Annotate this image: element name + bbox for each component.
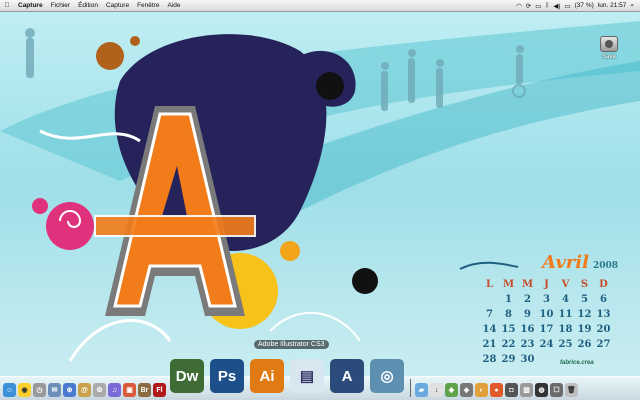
calendar-day: 22 [501,339,516,350]
calendar-day: 8 [505,309,512,320]
app-icon-7[interactable]: ☐ [550,383,563,397]
firefox-icon[interactable]: ◐ [475,383,488,397]
calendar-day: 12 [577,309,592,320]
calendar-day: 29 [501,354,516,365]
calendar-weekday: L [485,279,494,290]
fontbook-icon[interactable]: A [330,359,364,393]
photoshop-app-icon[interactable]: Ps [210,359,244,393]
menu-app-capture[interactable]: Capture [14,2,47,9]
calendar-header: Avril 2008 [468,252,618,273]
calendar-day: 3 [543,294,550,305]
wifi-icon[interactable]: ◠ [516,2,522,10]
app-icon-1[interactable]: ◆ [445,383,458,397]
system-prefs-icon[interactable]: ⚙ [93,383,106,397]
trash-icon[interactable]: 🗑 [565,383,578,397]
calendar-signature: fabrice.crea [560,360,594,366]
calendar-weekday: J [544,279,549,290]
address-book-icon[interactable]: @ [78,383,91,397]
calendar-day: 26 [577,339,592,350]
downloads-icon[interactable]: ↓ [430,383,443,397]
iphoto-icon[interactable]: ▣ [123,383,136,397]
calendar-day: 10 [539,309,554,320]
hard-disk-icon [600,36,618,52]
safari-icon[interactable]: ⊕ [63,383,76,397]
menu-bar:  Capture Fichier Édition Capture Fenêtr… [0,0,640,12]
finder-icon[interactable]: ☺ [3,383,16,397]
menu-fenetre[interactable]: Fenêtre [133,2,163,9]
calendar-day: 25 [558,339,573,350]
calendar-weekday: D [599,279,608,290]
mail-icon[interactable]: ✉ [48,383,61,397]
menu-capture[interactable]: Capture [102,2,133,9]
display-icon[interactable]: ▭ [535,2,541,10]
calendar-day: 11 [558,309,573,320]
calendar-day: 2 [524,294,531,305]
app-icon-5[interactable]: ▧ [520,383,533,397]
calendar-month: Avril [542,252,589,273]
menu-fichier[interactable]: Fichier [47,2,75,9]
calendar-day: 1 [505,294,512,305]
calendar-weekday: M [502,279,515,290]
calendar-day: 7 [486,309,493,320]
apple-menu-icon[interactable]:  [0,2,14,9]
app-icon-3[interactable]: ● [490,383,503,397]
calendar-day: 28 [482,354,497,365]
desktop-drive-save[interactable]: Save [597,36,621,60]
dock-separator [410,379,411,397]
documents-folder-icon[interactable]: ▰ [415,383,428,397]
itunes-icon[interactable]: ♫ [108,383,121,397]
volume-icon[interactable]: ◀) [553,2,560,10]
sync-icon[interactable]: ⟳ [526,2,531,10]
flash-app-icon[interactable]: Fl [153,383,166,397]
calendar-weekday: S [580,279,589,290]
bridge-app-icon[interactable]: Br [138,383,151,397]
calendar-weekday: V [561,279,570,290]
preview-icon[interactable]: ▤ [290,359,324,393]
calendar-day: 13 [596,309,611,320]
dock-tooltip: Adobe Illustrator CS3 [254,340,329,349]
calendar-day: 24 [539,339,554,350]
app-icon-4[interactable]: ◘ [505,383,518,397]
calendar-day: 19 [577,324,592,335]
calendar-day: 30 [520,354,535,365]
dashboard-icon[interactable]: ◷ [33,383,46,397]
calendar-day: 18 [558,324,573,335]
calendar-day: 16 [520,324,535,335]
menu-edition[interactable]: Édition [74,2,102,9]
calendar-day: 6 [600,294,607,305]
calendar-day [594,354,613,365]
menu-extras: ◠ ⟳ ▭ ᛒ ◀) ▭ (37 %) lun. 21:57 ⌕ [516,2,640,10]
calendar-day: 5 [581,294,588,305]
app-icon-6[interactable]: ◍ [535,383,548,397]
calendar-day: 14 [482,324,497,335]
calendar-day: 17 [539,324,554,335]
dock: ☺ ◉ ◷ ✉ ⊕ @ ⚙ ♫ ▣ Br Fl Dw Ps Ai ▤ A ◎ ▰… [0,359,640,400]
dreamweaver-app-icon[interactable]: Dw [170,359,204,393]
photo-booth-icon[interactable]: ◎ [370,359,404,393]
wallpaper-calendar: Avril 2008 L M M J V S D 1 2 3 4 5 6 7 8 9 10 11 12 13 14 15 1… [468,252,618,366]
calendar-day: 4 [562,294,569,305]
calendar-day: 9 [524,309,531,320]
bluetooth-icon[interactable]: ᛒ [545,2,549,9]
calendar-day: 23 [520,339,535,350]
calendar-day: 27 [596,339,611,350]
clock[interactable]: lun. 21:57 [598,2,627,9]
app-icon-2[interactable]: ◈ [460,383,473,397]
calendar-year: 2008 [592,261,618,271]
calendar-day: 15 [501,324,516,335]
calendar-weekday: M [521,279,534,290]
desktop-icon-label: Save [602,54,616,60]
spotlight-icon[interactable]: ⌕ [630,2,634,10]
ichat-icon[interactable]: ◉ [18,383,31,397]
calendar-day [537,354,556,365]
calendar-grid: L M M J V S D 1 2 3 4 5 6 7 8 9 10 11 12 13 14 15 16 17 18 19 20 21… [480,279,618,365]
illustrator-app-icon[interactable]: Ai [250,359,284,393]
calendar-day: 21 [482,339,497,350]
battery-percentage[interactable]: (37 %) [575,2,594,9]
calendar-day [480,294,499,305]
menu-aide[interactable]: Aide [163,2,184,9]
calendar-day: 20 [596,324,611,335]
battery-icon[interactable]: ▭ [564,2,570,10]
